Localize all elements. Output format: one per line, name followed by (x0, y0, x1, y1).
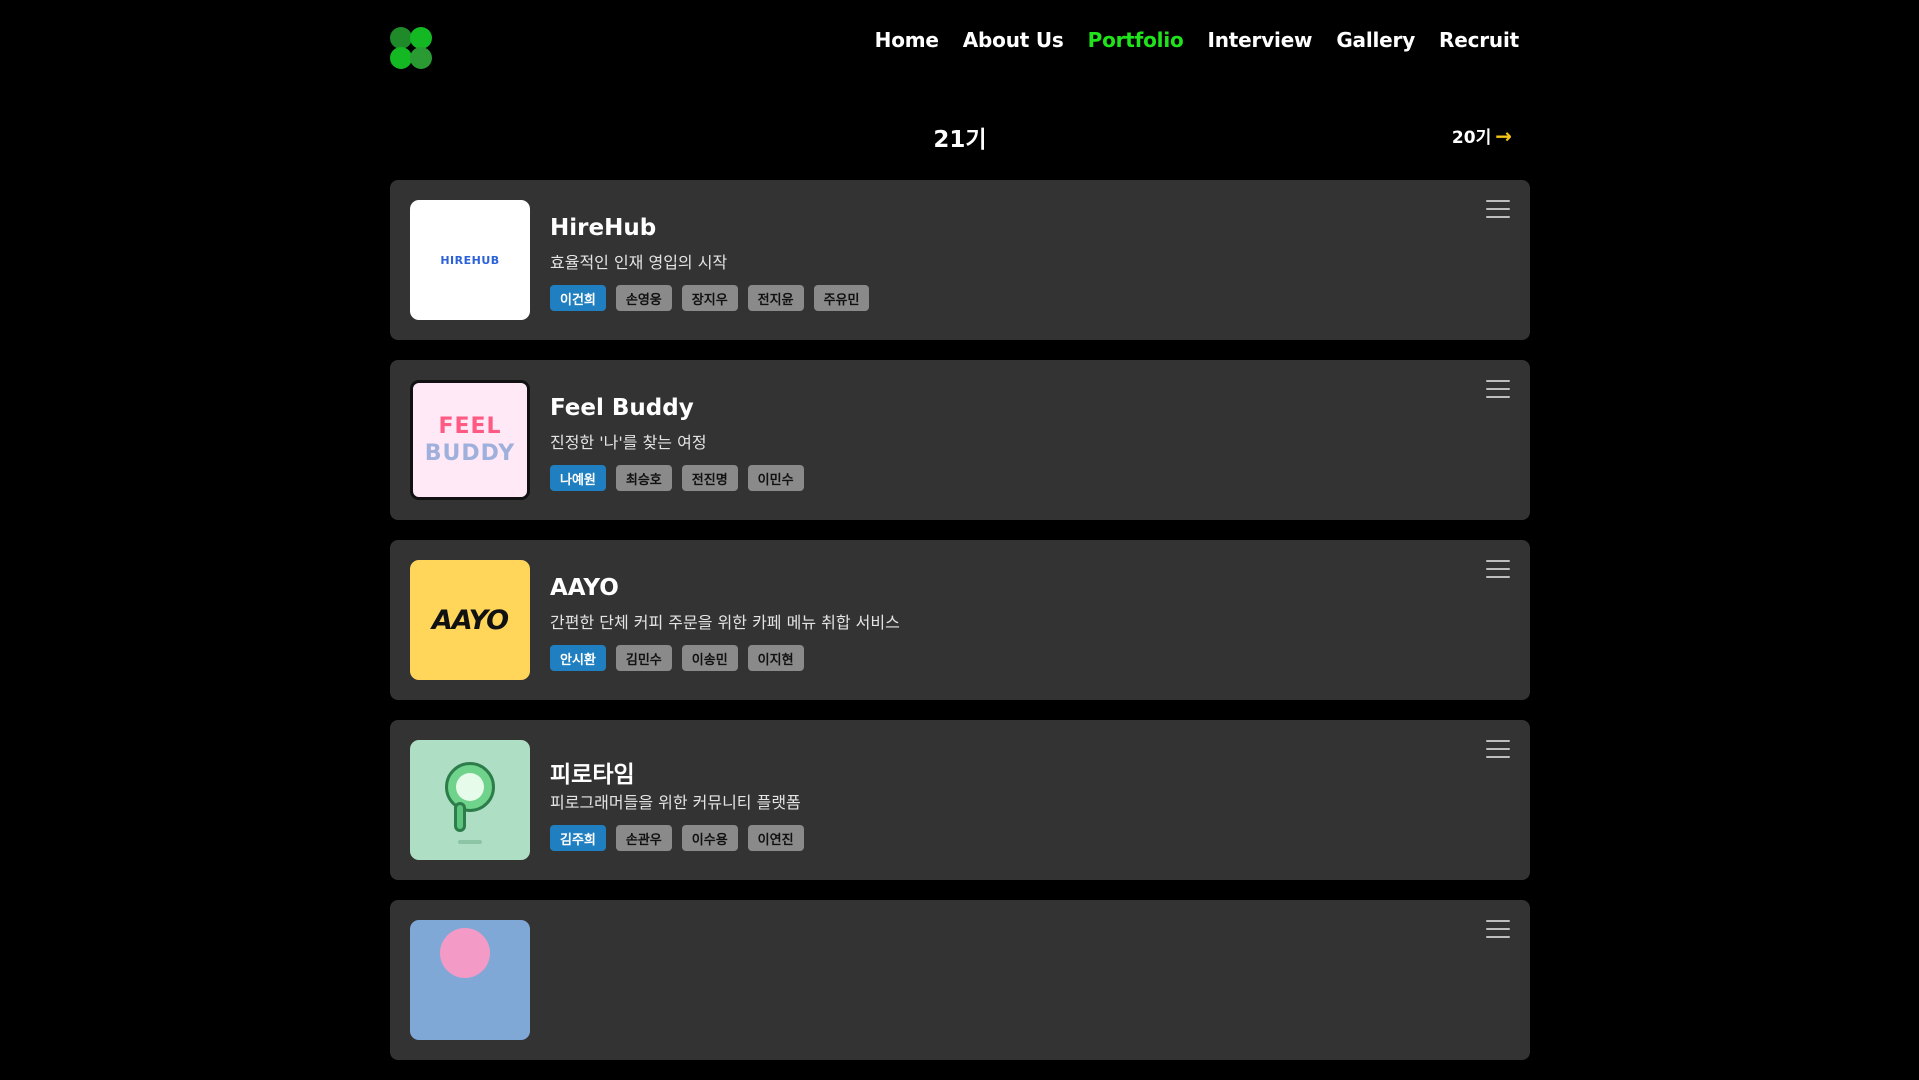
project-card[interactable]: 피로타임 피로그래머들을 위한 커뮤니티 플랫폼 김주희 손관우 이수용 이연진 (390, 720, 1530, 880)
project-thumbnail[interactable]: AAYO (410, 560, 530, 680)
project-title[interactable]: Feel Buddy (550, 395, 694, 421)
project-thumbnail[interactable] (410, 740, 530, 860)
hamburger-menu-icon[interactable] (1486, 560, 1510, 578)
member-tags: 이건희 손영웅 장지우 전지윤 주유민 (550, 285, 870, 311)
hirehub-logo-text: HIREHUB (440, 253, 500, 267)
project-card[interactable]: AAYO AAYO 간편한 단체 커피 주문을 위한 카페 메뉴 취합 서비스 … (390, 540, 1530, 700)
leader-tag: 안시환 (550, 645, 606, 671)
leader-tag: 이건희 (550, 285, 606, 311)
member-tag: 이지현 (747, 645, 804, 671)
feel-buddy-logo-text-top: FEEL (438, 414, 502, 439)
generation-bar: 21기 20기 → (390, 90, 1530, 180)
nav-portfolio[interactable]: Portfolio (1088, 28, 1184, 52)
member-tag: 김민수 (615, 645, 672, 671)
project-title[interactable]: 피로타임 (550, 755, 635, 789)
logo-circle (410, 47, 432, 69)
logo-circle (390, 27, 412, 49)
project-thumbnail[interactable]: FEEL BUDDY (410, 380, 530, 500)
site-header: Home About Us Portfolio Interview Galler… (390, 0, 1530, 90)
leader-tag: 나예원 (550, 465, 606, 491)
leader-tag: 김주희 (550, 825, 606, 851)
project-title[interactable]: AAYO (550, 575, 619, 601)
previous-generation-label: 20기 (1451, 128, 1492, 148)
mascot-shadow (458, 840, 482, 844)
member-tag: 손영웅 (615, 285, 672, 311)
hamburger-menu-icon[interactable] (1486, 740, 1510, 758)
project-description: 효율적인 인재 영입의 시작 (550, 253, 728, 272)
member-tags: 나예원 최승호 전진명 이민수 (550, 465, 804, 491)
thumbnail-shape (440, 928, 490, 978)
site-logo[interactable] (390, 27, 432, 69)
member-tag: 이수용 (681, 825, 738, 851)
project-description: 간편한 단체 커피 주문을 위한 카페 메뉴 취합 서비스 (550, 613, 900, 632)
member-tag: 손관우 (615, 825, 672, 851)
feel-buddy-logo-text-bottom: BUDDY (424, 441, 516, 466)
member-tag: 이연진 (747, 825, 804, 851)
member-tag: 전지윤 (747, 285, 804, 311)
hamburger-menu-icon[interactable] (1486, 920, 1510, 938)
nav-interview[interactable]: Interview (1208, 28, 1313, 52)
nav-gallery[interactable]: Gallery (1336, 28, 1415, 52)
project-title[interactable]: HireHub (550, 215, 656, 241)
previous-generation-link[interactable]: 20기 → (1451, 123, 1512, 149)
project-thumbnail[interactable]: HIREHUB (410, 200, 530, 320)
project-description: 피로그래머들을 위한 커뮤니티 플랫폼 (550, 793, 801, 812)
project-thumbnail[interactable] (410, 920, 530, 1040)
project-description: 진정한 '나'를 찾는 여정 (550, 433, 707, 452)
project-card[interactable] (390, 900, 1530, 1060)
hamburger-menu-icon[interactable] (1486, 200, 1510, 218)
generation-title: 21기 (933, 127, 987, 153)
member-tag: 전진명 (681, 465, 738, 491)
nav-about-us[interactable]: About Us (963, 28, 1064, 52)
nav-recruit[interactable]: Recruit (1439, 28, 1519, 52)
member-tag: 이민수 (747, 465, 804, 491)
member-tags: 안시환 김민수 이송민 이지현 (550, 645, 804, 671)
member-tag: 장지우 (681, 285, 738, 311)
member-tag: 이송민 (681, 645, 738, 671)
hamburger-menu-icon[interactable] (1486, 380, 1510, 398)
member-tags: 김주희 손관우 이수용 이연진 (550, 825, 804, 851)
project-card[interactable]: FEEL BUDDY Feel Buddy 진정한 '나'를 찾는 여정 나예원… (390, 360, 1530, 520)
aayo-logo-text: AAYO (431, 604, 509, 636)
mascot-stem (454, 802, 466, 832)
nav-home[interactable]: Home (875, 28, 939, 52)
member-tag: 주유민 (813, 285, 870, 311)
page-container: Home About Us Portfolio Interview Galler… (390, 0, 1530, 1080)
logo-circle (390, 47, 412, 69)
logo-circle (410, 27, 432, 49)
main-nav: Home About Us Portfolio Interview Galler… (875, 28, 1520, 52)
mascot-face (456, 773, 484, 801)
member-tag: 최승호 (615, 465, 672, 491)
project-card[interactable]: HIREHUB HireHub 효율적인 인재 영입의 시작 이건희 손영웅 장… (390, 180, 1530, 340)
arrow-right-icon: → (1495, 123, 1512, 148)
